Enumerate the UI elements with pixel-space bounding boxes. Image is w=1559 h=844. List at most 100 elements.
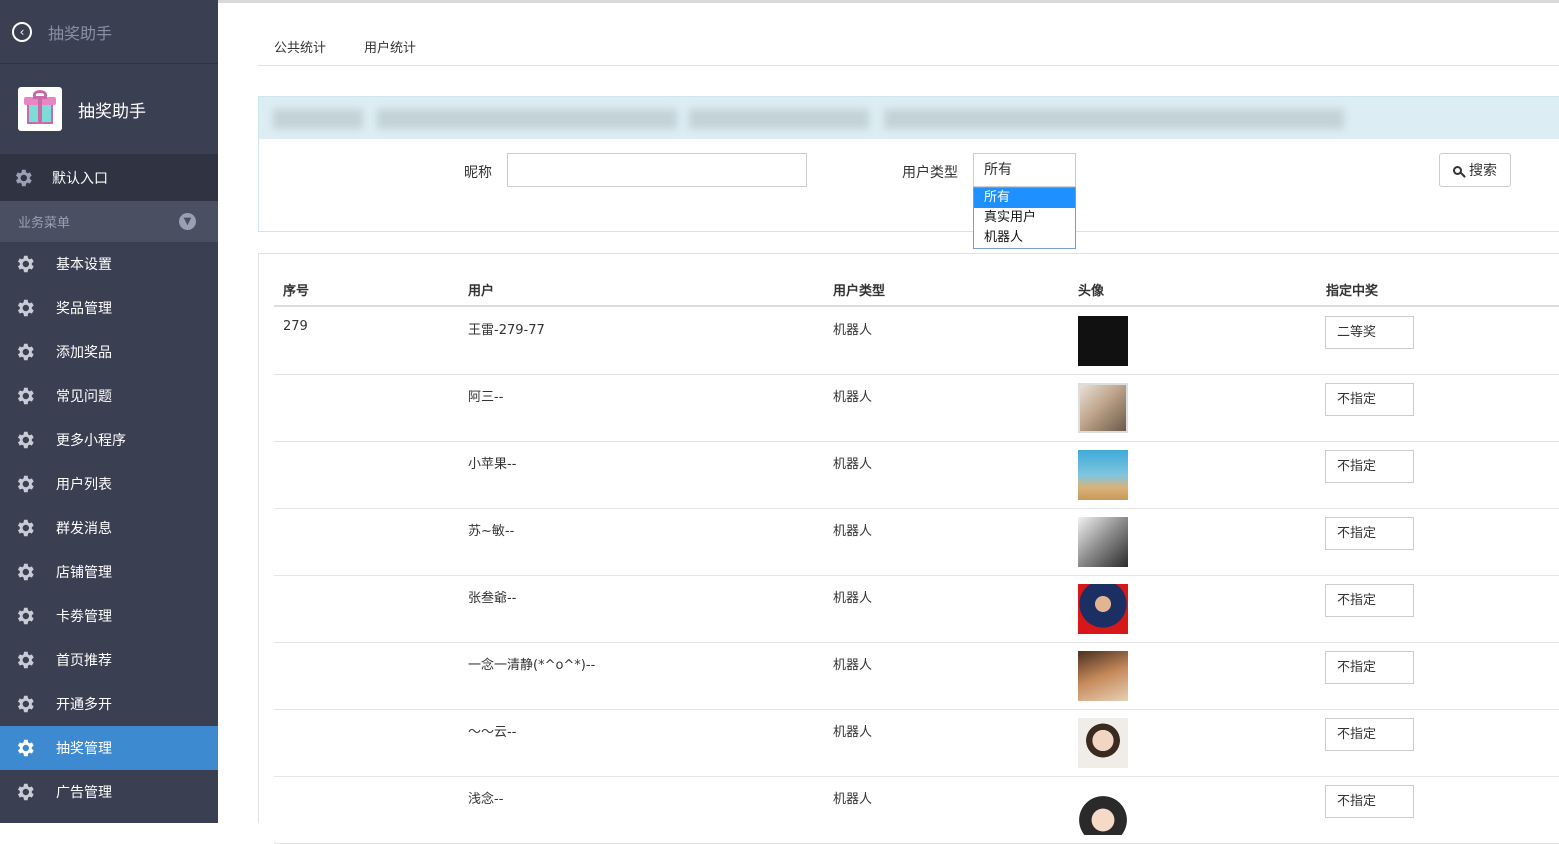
avatar [1078,450,1128,500]
column-header-avatar: 头像 [1078,284,1105,299]
sidebar-item[interactable]: 卡劵管理 [0,594,218,638]
assigned-prize-select[interactable]: 不指定 [1325,785,1414,818]
sidebar-item[interactable]: 开通多开 [0,682,218,726]
column-header-index: 序号 [283,284,310,299]
top-border [218,0,1559,3]
table-row: 279 王雷-279-77 机器人 二等奖 [274,307,1559,375]
assigned-prize-select[interactable]: 不指定 [1325,584,1414,617]
row-user-type: 机器人 [833,323,873,338]
sidebar-item-label: 奖品管理 [56,301,112,317]
group-label: 业务菜单 [18,216,71,231]
avatar [1078,785,1128,835]
sidebar-item[interactable]: 基本设置 [0,242,218,286]
tab-user-stats[interactable]: 用户统计 [364,37,416,56]
nickname-label: 昵称 [464,165,492,181]
sidebar-item-label: 卡劵管理 [56,609,112,625]
assigned-prize-select[interactable]: 不指定 [1325,718,1414,751]
sidebar-item[interactable]: 更多小程序 [0,418,218,462]
stats-tabs: 公共统计 用户统计 [258,27,1559,66]
panel-header-redacted [259,97,1559,139]
user-type-label: 用户类型 [902,165,958,181]
sidebar: ‹ 抽奖助手 抽奖助手 默认入口 业务菜单 ▼ 基本设置奖品管理添加奖品常见问题… [0,0,218,823]
sidebar-item-label: 默认入口 [52,170,108,187]
sidebar-item[interactable]: 添加奖品 [0,330,218,374]
brand-name: 抽奖助手 [78,101,146,122]
gear-icon [17,387,34,405]
gear-icon [17,651,34,669]
assigned-prize-select[interactable]: 不指定 [1325,651,1414,684]
business-menu-group[interactable]: 业务菜单 ▼ [0,201,218,242]
chevron-down-icon[interactable]: ▼ [179,213,196,230]
sidebar-menu: 基本设置奖品管理添加奖品常见问题更多小程序用户列表群发消息店铺管理卡劵管理首页推… [0,242,218,814]
row-user-type: 机器人 [833,524,873,539]
dropdown-option-robot[interactable]: 机器人 [974,228,1075,248]
sidebar-item-default-entry[interactable]: 默认入口 [0,154,218,201]
user-type-dropdown: 所有 真实用户 机器人 [973,187,1076,249]
row-user-name: 阿三-- [468,390,504,405]
table-row: 小苹果-- 机器人 不指定 [274,441,1559,509]
sidebar-item-label: 开通多开 [56,697,112,713]
row-user-name: ～～云-- [468,725,517,740]
avatar [1078,584,1128,634]
avatar [1078,517,1128,567]
gear-icon [17,475,34,493]
filter-panel: 昵称 用户类型 所有 搜索 [258,96,1559,232]
sidebar-header: ‹ 抽奖助手 [0,0,218,64]
assigned-prize-select[interactable]: 二等奖 [1325,316,1414,349]
row-user-name: 浅念-- [468,792,504,807]
row-user-type: 机器人 [833,457,873,472]
search-button[interactable]: 搜索 [1439,153,1511,187]
row-user-name: 苏~敏-- [468,524,515,539]
assigned-prize-select[interactable]: 不指定 [1325,450,1414,483]
gear-icon [17,739,34,757]
sidebar-item[interactable]: 常见问题 [0,374,218,418]
avatar [1078,718,1128,768]
gear-icon [17,607,34,625]
row-user-type: 机器人 [833,591,873,606]
table-row: 浅念-- 机器人 不指定 [274,776,1559,844]
assigned-prize-select[interactable]: 不指定 [1325,383,1414,416]
row-user-name: 张叁爺-- [468,591,517,606]
user-table: 序号 用户 用户类型 头像 指定中奖 279 王雷-279-77 机器人 二等奖 阿三-… [258,253,1559,844]
sidebar-item-label: 店铺管理 [56,565,112,581]
sidebar-item-label: 常见问题 [56,389,112,405]
sidebar-item-label: 广告管理 [56,785,112,801]
sidebar-header-title: 抽奖助手 [48,23,113,43]
brand: 抽奖助手 [0,64,218,154]
back-arrow-icon[interactable]: ‹ [12,21,32,42]
gear-icon [15,169,32,186]
row-user-name: 小苹果-- [468,457,517,472]
avatar [1078,651,1128,701]
assigned-prize-select[interactable]: 不指定 [1325,517,1414,550]
table-row: 阿三-- 机器人 不指定 [274,374,1559,442]
sidebar-item-label: 更多小程序 [56,433,126,449]
dropdown-option-real-user[interactable]: 真实用户 [974,208,1075,228]
sidebar-item[interactable]: 奖品管理 [0,286,218,330]
sidebar-item-label: 群发消息 [56,521,112,537]
row-user-name: 王雷-279-77 [468,323,545,338]
sidebar-item[interactable]: 群发消息 [0,506,218,550]
row-user-type: 机器人 [833,390,873,405]
sidebar-item[interactable]: 抽奖管理 [0,726,218,770]
sidebar-item-label: 首页推荐 [56,653,112,669]
sidebar-item[interactable]: 首页推荐 [0,638,218,682]
table-row: 一念一清静(*^o^*)-- 机器人 不指定 [274,642,1559,710]
row-user-name: 一念一清静(*^o^*)-- [468,658,596,673]
sidebar-item-label: 抽奖管理 [56,741,112,757]
sidebar-item[interactable]: 店铺管理 [0,550,218,594]
user-type-select[interactable]: 所有 [973,153,1076,187]
sidebar-item-label: 用户列表 [56,477,112,493]
tab-public-stats[interactable]: 公共统计 [274,37,326,56]
table-row: 张叁爺-- 机器人 不指定 [274,575,1559,643]
avatar [1078,383,1128,433]
gear-icon [17,695,34,713]
column-header-assigned-prize: 指定中奖 [1326,284,1379,299]
gear-icon [17,563,34,581]
nickname-input[interactable] [507,153,807,187]
row-index: 279 [283,319,308,334]
gear-icon [17,255,34,273]
sidebar-item[interactable]: 用户列表 [0,462,218,506]
search-button-label: 搜索 [1469,163,1497,179]
sidebar-item[interactable]: 广告管理 [0,770,218,814]
dropdown-option-all[interactable]: 所有 [974,188,1075,208]
